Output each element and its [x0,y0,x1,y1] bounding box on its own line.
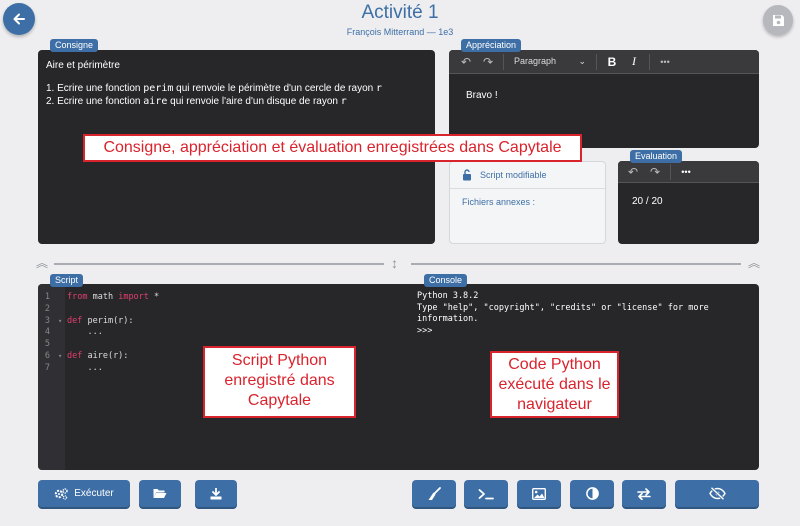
image-button[interactable] [517,480,561,507]
evaluation-toolbar: ↶ ↷ ••• [618,161,759,183]
gears-icon [55,487,68,500]
save-button[interactable] [763,5,793,35]
consigne-heading: Aire et périmètre [46,60,120,71]
fold-icon[interactable]: ▾ [58,316,67,328]
save-icon [772,14,784,26]
unlock-icon [463,169,471,181]
toolbar-divider [670,163,671,180]
more-options-button[interactable]: ••• [654,57,676,67]
chevron-down-icon: ⌄ [578,56,586,66]
code-line: 6 ▾ def aire(r): [44,350,129,363]
script-settings-box: Script modifiable Fichiers annexes : [449,161,606,244]
terminal-icon [478,488,494,499]
italic-button[interactable]: I [623,54,645,69]
terminal-button[interactable] [464,480,508,507]
broom-icon [428,486,441,500]
redo-icon[interactable]: ↷ [477,55,499,69]
code-line: 1 from math import * [44,292,160,302]
script-tag: Script [50,274,84,287]
console-prompt[interactable]: >>> [417,326,754,338]
code-line: 5 [44,339,50,350]
bold-button[interactable]: B [601,55,623,69]
page-title: Activité 1 [361,2,439,23]
hide-button[interactable] [675,480,759,507]
panel-splitter[interactable]: ︽ ↕ ︽ [36,256,762,272]
consigne-item-2: 2. Ecrire une fonction aire qui renvoie … [46,96,347,107]
callout-script-saved: Script Python enregistré dans Capytale [203,346,356,418]
console-line: Type "help", "copyright", "credits" or "… [417,302,714,325]
page-subtitle: François Mitterrand — 1e3 [346,27,454,37]
paragraph-format-select[interactable]: Paragraph ⌄ [508,56,592,67]
run-button-label: Exécuter [74,488,114,499]
code-line: 3 ▾ def perim(r): [44,315,134,328]
consigne-item-1: 1. Ecrire une fonction perim qui renvoie… [46,83,382,94]
code-line: 7 ... [44,362,103,373]
appreciation-toolbar: ↶ ↷ Paragraph ⌄ B I ••• [449,50,759,74]
toolbar-divider [596,53,597,70]
collapse-up-icon[interactable]: ︽ [748,256,760,270]
splitter-line [54,263,384,265]
console-line: Python 3.8.2 [417,291,479,301]
code-line: 2 [44,303,50,314]
undo-icon[interactable]: ↶ [455,55,477,69]
swap-layout-button[interactable] [622,480,666,507]
evaluation-editor[interactable]: ↶ ↷ ••• 20 / 20 [618,161,759,244]
download-icon [210,487,222,499]
image-icon [532,487,546,500]
code-line: 4 ... [44,327,103,338]
evaluation-tag: Evaluation [630,150,683,163]
folder-open-icon [153,489,167,498]
contrast-button[interactable] [570,480,614,507]
annex-files-label: Fichiers annexes : [462,197,536,207]
appreciation-text[interactable]: Bravo ! [449,74,759,117]
redo-icon[interactable]: ↷ [644,165,666,179]
fold-icon[interactable]: ▾ [58,351,67,363]
script-status-label: Script modifiable [480,170,547,180]
swap-icon [637,487,651,500]
code-area[interactable]: 1 from math import * 2 3 ▾ def perim(r): 4 … [38,292,159,375]
contrast-icon [585,487,599,500]
evaluation-value[interactable]: 20 / 20 [618,183,759,220]
consigne-tag: Consigne [50,39,99,52]
splitter-line [411,263,741,265]
clear-console-button[interactable] [412,480,456,507]
resize-vertical-icon[interactable]: ↕ [391,256,398,270]
undo-icon[interactable]: ↶ [622,165,644,179]
appreciation-tag: Appréciation [461,39,522,52]
download-button[interactable] [195,480,237,507]
run-button[interactable]: Exécuter [38,480,130,507]
toolbar-divider [649,53,650,70]
open-file-button[interactable] [139,480,181,507]
more-options-button[interactable]: ••• [675,167,697,177]
script-modifiable-toggle[interactable]: Script modifiable [450,162,605,189]
callout-browser-execution: Code Python exécuté dans le navigateur [490,351,619,418]
console-tag: Console [424,274,468,287]
callout-saved-data: Consigne, appréciation et évaluation enr… [83,134,582,162]
eye-slash-icon [708,487,726,500]
toolbar-divider [503,53,504,70]
collapse-up-icon[interactable]: ︽ [36,256,48,270]
